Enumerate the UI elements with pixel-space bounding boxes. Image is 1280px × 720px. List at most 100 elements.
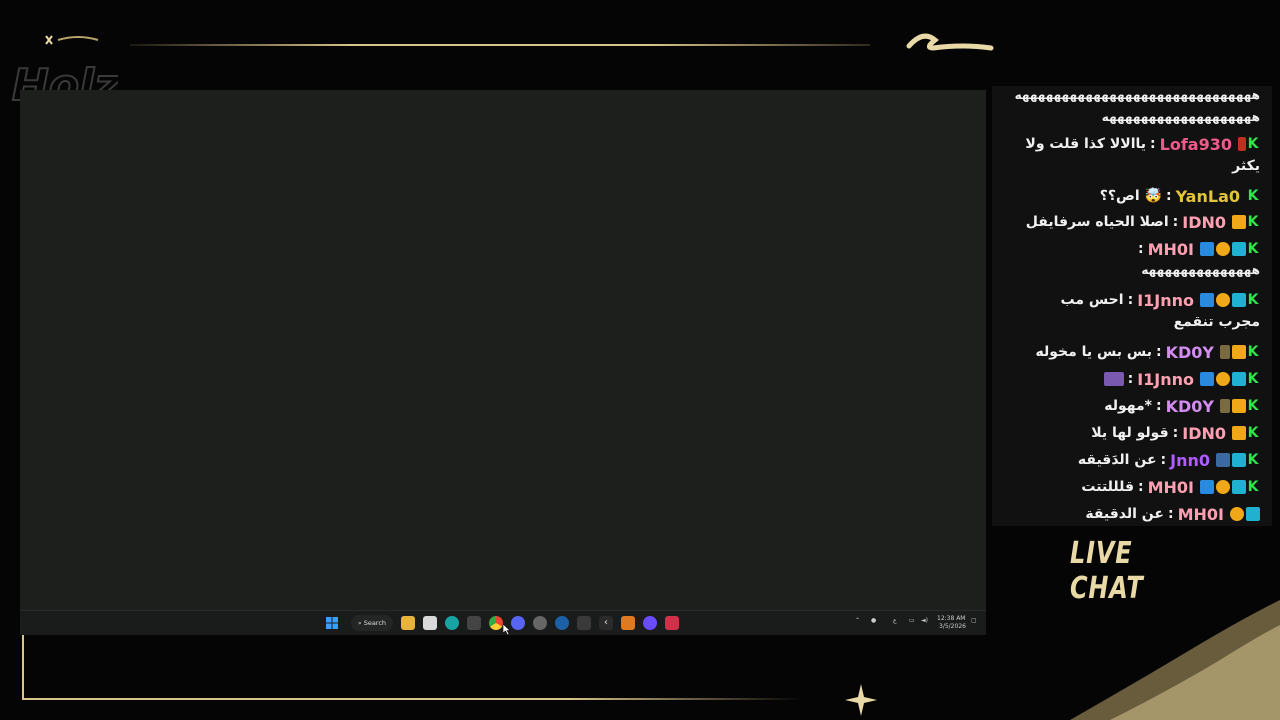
chat-message-text: قولو لها يلا bbox=[1091, 425, 1169, 441]
kick-icon: K bbox=[1247, 452, 1259, 468]
sword-badge-icon bbox=[1200, 293, 1214, 307]
gold-brush-stroke bbox=[906, 33, 994, 51]
kick-icon: K bbox=[1247, 371, 1259, 387]
chat-message: مهوله* : KD0Y K bbox=[1104, 396, 1259, 416]
chat-username[interactable]: Lofa930 bbox=[1160, 135, 1232, 154]
chat-username[interactable]: I1Jnno bbox=[1137, 370, 1194, 389]
discord-ptb-icon[interactable] bbox=[643, 616, 657, 630]
gamepad-badge-icon bbox=[1232, 453, 1246, 467]
mouse-cursor bbox=[503, 624, 511, 635]
taskbar-search-button[interactable]: ⌕ Search bbox=[351, 615, 393, 631]
coin-badge-icon bbox=[1216, 242, 1230, 256]
emote-icon bbox=[1103, 372, 1124, 386]
chat-message-text: احس مب bbox=[1060, 292, 1124, 308]
chat-message: ياالالا كذا قلت ولا : Lofa930 K bbox=[1025, 134, 1259, 154]
chat-message: : MH0I K bbox=[1137, 239, 1259, 259]
chat-message-text: مهوله* bbox=[1104, 398, 1152, 414]
chat-message-text: اص؟؟ 🤯 bbox=[1099, 188, 1162, 204]
chat-message: قلللتتت : MH0I K bbox=[1081, 477, 1259, 497]
settings-app-icon[interactable] bbox=[533, 616, 547, 630]
kick-icon: K bbox=[1247, 344, 1259, 360]
clock-time[interactable]: 12:38 AM bbox=[937, 615, 965, 622]
sparkle-star-icon bbox=[845, 684, 877, 716]
widgets-icon[interactable] bbox=[467, 616, 481, 630]
coin-badge-icon bbox=[1216, 372, 1230, 386]
file-explorer-icon[interactable] bbox=[401, 616, 415, 630]
live-chat-title: LIVE CHAT bbox=[1070, 536, 1144, 606]
chat-username[interactable]: IDN0 bbox=[1182, 424, 1226, 443]
sword-badge-icon bbox=[1200, 242, 1214, 256]
chat-message: اصلا الحياه سرفايفل : IDN0 K bbox=[1025, 212, 1259, 232]
chat-message-text: بس بس يا مخوله bbox=[1035, 344, 1152, 360]
chat-message: عن الدَقيقه : Jnn0 K bbox=[1077, 450, 1259, 470]
chat-username[interactable]: KD0Y bbox=[1166, 343, 1214, 362]
kick-icon: K bbox=[1247, 398, 1259, 414]
windows-start-icon[interactable] bbox=[325, 616, 339, 630]
chat-message-text: عن الدَقيقه bbox=[1077, 452, 1157, 468]
chat-message: احس مب : I1Jnno K bbox=[1060, 290, 1259, 310]
volume-icon[interactable]: ◄) bbox=[921, 617, 928, 624]
chat-message-text: قلللتتت bbox=[1081, 479, 1134, 495]
kick-icon: K bbox=[1247, 136, 1259, 152]
coin-badge-icon bbox=[1216, 480, 1230, 494]
crown-badge-icon bbox=[1232, 399, 1246, 413]
chat-username[interactable]: KD0Y bbox=[1166, 397, 1214, 416]
chat-message-wrap: ههههههههههههههه bbox=[1141, 263, 1260, 277]
chat-username[interactable]: IDN0 bbox=[1182, 213, 1226, 232]
language-indicator[interactable]: ع bbox=[893, 617, 897, 624]
fire-badge-icon bbox=[1238, 137, 1246, 151]
kick-icon: K bbox=[1247, 214, 1259, 230]
overlay-frame-bottom bbox=[22, 698, 802, 700]
chrome-icon[interactable] bbox=[489, 616, 503, 630]
chat-username[interactable]: MH0I bbox=[1178, 505, 1224, 524]
edge-icon[interactable] bbox=[445, 616, 459, 630]
chat-username[interactable]: Jnn0 bbox=[1170, 451, 1210, 470]
kick-icon: K bbox=[1247, 188, 1259, 204]
gamepad-badge-icon bbox=[1246, 507, 1260, 521]
gamepad-badge-icon bbox=[1232, 293, 1246, 307]
overlay-top-line bbox=[130, 44, 870, 46]
sword-badge-icon bbox=[1200, 372, 1214, 386]
chat-username[interactable]: YanLa0 bbox=[1176, 187, 1240, 206]
microphone-icon[interactable]: ● bbox=[871, 617, 876, 624]
kick-icon: K bbox=[1247, 479, 1259, 495]
microsoft-store-icon[interactable] bbox=[423, 616, 437, 630]
live-chat-panel: ههههههههههههههههههههههههههههههه هههههههه… bbox=[992, 86, 1272, 526]
chat-message-text: اصلا الحياه سرفايفل bbox=[1025, 214, 1169, 230]
chat-message-wrap: يكثر bbox=[1232, 158, 1260, 174]
chat-message-text: ياالالا كذا قلت ولا bbox=[1025, 136, 1147, 152]
network-icon[interactable]: ▭ bbox=[909, 617, 915, 624]
gamepad-badge-icon bbox=[1232, 480, 1246, 494]
crown-badge-icon bbox=[1232, 345, 1246, 359]
chevron-up-icon[interactable]: ⌃ bbox=[855, 617, 860, 624]
arrow-app-icon[interactable]: ‹ bbox=[599, 616, 613, 630]
chat-username[interactable]: I1Jnno bbox=[1137, 291, 1194, 310]
chat-message: بس بس يا مخوله : KD0Y K bbox=[1035, 342, 1259, 362]
chat-message-wrap: مجرب تنقمع bbox=[1173, 314, 1260, 330]
search-label: Search bbox=[363, 619, 387, 627]
spark-badge-icon bbox=[1220, 399, 1230, 413]
notifications-icon[interactable]: ▢ bbox=[971, 617, 977, 624]
chat-username[interactable]: MH0I bbox=[1148, 240, 1194, 259]
wave-badge-icon bbox=[1216, 453, 1230, 467]
kick-icon: K bbox=[1247, 292, 1259, 308]
kick-icon: K bbox=[1247, 425, 1259, 441]
gold-splash-decor bbox=[1070, 600, 1280, 720]
gamepad-badge-icon bbox=[1232, 372, 1246, 386]
steam-icon[interactable] bbox=[555, 616, 569, 630]
clock-date[interactable]: 3/5/2026 bbox=[939, 623, 966, 630]
coin-badge-icon bbox=[1216, 293, 1230, 307]
chat-username[interactable]: MH0I bbox=[1148, 478, 1194, 497]
discord-icon[interactable] bbox=[511, 616, 525, 630]
gamepad-badge-icon bbox=[1232, 242, 1246, 256]
chat-message-text: ههههههههههههههههههههههههههههههه bbox=[1014, 88, 1260, 102]
keyboard-icon[interactable] bbox=[577, 616, 591, 630]
chat-message-text: هههههههههههههههههههه bbox=[1101, 110, 1260, 124]
screen-capture-desktop bbox=[20, 90, 986, 632]
chat-message: عن الدقيقة : MH0I bbox=[1085, 502, 1260, 526]
chat-message: : I1Jnno K bbox=[1103, 367, 1260, 391]
chat-message-text: عن الدقيقة bbox=[1085, 506, 1164, 522]
chat-message: قولو لها يلا : IDN0 K bbox=[1091, 423, 1259, 443]
red-app-icon[interactable] bbox=[665, 616, 679, 630]
orange-app-icon[interactable] bbox=[621, 616, 635, 630]
